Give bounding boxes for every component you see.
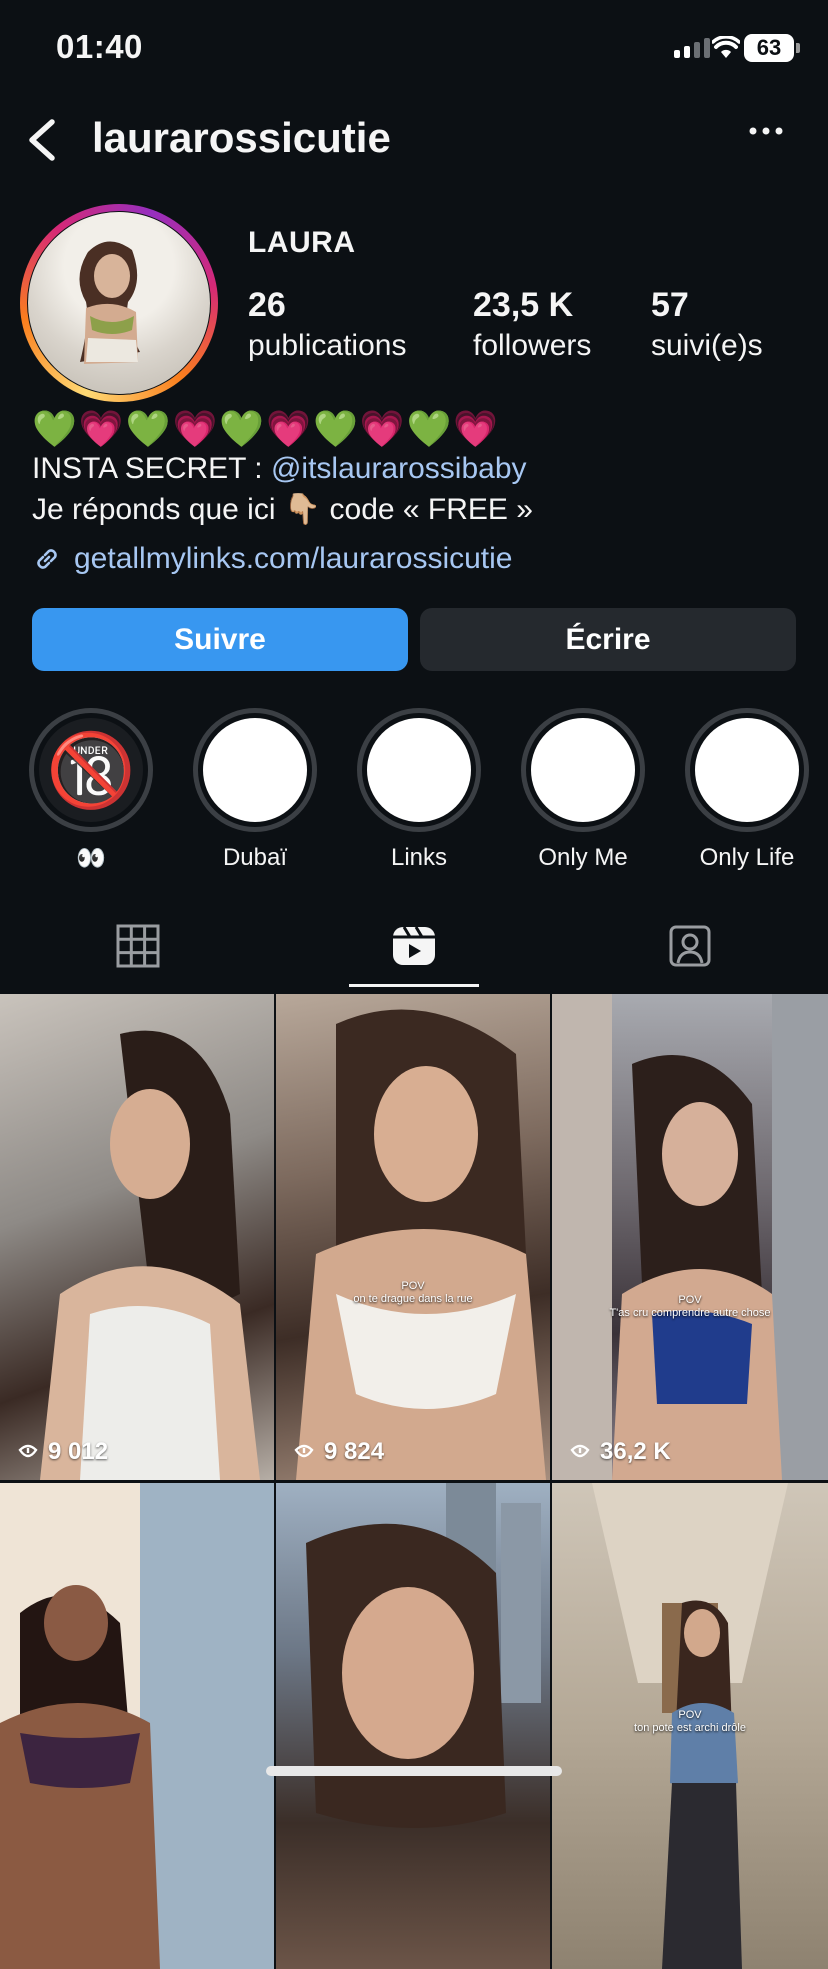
highlight-label: Links <box>390 844 448 871</box>
view-count-icon <box>18 1444 38 1458</box>
bio-line-1: INSTA SECRET : @itslaurarossibaby <box>32 452 527 486</box>
highlight-cover <box>695 718 799 822</box>
back-chevron-icon[interactable] <box>22 110 62 170</box>
highlight-cover <box>531 718 635 822</box>
highlight-item[interactable]: Dubaï <box>190 708 320 872</box>
highlight-item[interactable]: Only Me <box>518 708 648 872</box>
reel-caption: POV ton pote est archi drôle <box>634 1709 746 1734</box>
highlight-label: Dubaï <box>222 844 288 871</box>
avatar[interactable] <box>20 204 218 402</box>
highlight-item[interactable]: 🔞 👀 <box>26 708 156 873</box>
stat-followers[interactable]: 23,5 K followers <box>473 286 591 363</box>
bio-external-link[interactable]: getallmylinks.com/laurarossicutie <box>32 542 513 576</box>
reel-thumbnail[interactable] <box>276 1483 552 1969</box>
reel-preview <box>552 994 828 1480</box>
highlight-item[interactable]: Only Life <box>682 708 812 872</box>
link-icon <box>37 549 57 569</box>
reel-views: 36,2 K <box>568 1438 671 1466</box>
stat-following-label: suivi(e)s <box>651 329 763 362</box>
stat-following[interactable]: 57 suivi(e)s <box>651 286 763 363</box>
bio-hearts: 💚💗💚💗💚💗💚💗💚💗 <box>32 408 501 449</box>
active-tab-indicator <box>349 984 479 987</box>
stat-following-count: 57 <box>651 286 689 324</box>
bio-mention-link[interactable]: @itslaurarossibaby <box>271 452 527 485</box>
stat-posts-count: 26 <box>248 286 286 324</box>
view-count-icon <box>570 1444 590 1458</box>
highlight-label: Only Life <box>699 844 795 871</box>
tagged-icon[interactable] <box>666 922 714 970</box>
message-button[interactable]: Écrire <box>420 608 796 671</box>
reel-thumbnail[interactable]: POV T'as cru comprendre autre chose 36,2… <box>552 994 828 1480</box>
profile-display-name: LAURA <box>248 226 356 259</box>
grid-icon[interactable] <box>114 922 162 970</box>
cellular-signal-icon <box>674 38 710 58</box>
reel-caption: POV on te drague dans la rue <box>353 1280 473 1305</box>
stat-posts[interactable]: 26 publications <box>248 286 406 363</box>
reel-preview <box>0 1483 274 1969</box>
bio-line-1-text: INSTA SECRET : <box>32 452 271 485</box>
stat-followers-label: followers <box>473 329 592 362</box>
reel-thumbnail[interactable]: POV on te drague dans la rue 9 824 <box>276 994 552 1480</box>
bio-line-2: Je réponds que ici 👇🏼 code « FREE » <box>32 493 533 526</box>
profile-username: laurarossicutie <box>92 114 391 161</box>
reel-preview <box>40 1030 260 1480</box>
reel-caption: POV T'as cru comprendre autre chose <box>609 1294 771 1319</box>
follow-button[interactable]: Suivre <box>32 608 408 671</box>
battery-icon: 63 <box>744 34 800 62</box>
highlight-cover <box>367 718 471 822</box>
wifi-icon <box>712 36 740 58</box>
reel-views: 9 824 <box>292 1438 384 1466</box>
reels-grid: 9 012 POV on te drague dans la rue 9 824… <box>0 994 828 1969</box>
reel-thumbnail[interactable] <box>0 1483 276 1969</box>
bio-link-text: getallmylinks.com/laurarossicutie <box>74 542 513 575</box>
profile-photo <box>79 241 140 364</box>
stat-posts-label: publications <box>248 329 407 362</box>
more-options-icon[interactable] <box>748 126 784 136</box>
view-count-icon <box>294 1444 314 1458</box>
reel-preview <box>296 1009 546 1480</box>
highlight-label: 👀 <box>76 845 106 872</box>
reel-views-count: 9 824 <box>324 1438 385 1465</box>
reel-thumbnail[interactable]: 9 012 <box>0 994 276 1480</box>
home-indicator[interactable] <box>266 1766 562 1776</box>
reel-thumbnail[interactable]: POV ton pote est archi drôle <box>552 1483 828 1969</box>
reel-preview <box>306 1483 541 1828</box>
stat-followers-count: 23,5 K <box>473 286 574 324</box>
highlight-label: Only Me <box>538 844 628 871</box>
highlight-cover <box>203 718 307 822</box>
reels-icon[interactable] <box>390 922 438 970</box>
no-under-18-icon: 🔞 <box>39 718 143 822</box>
highlight-item[interactable]: Links <box>354 708 484 872</box>
status-time: 01:40 <box>56 28 143 65</box>
reel-views: 9 012 <box>16 1438 108 1466</box>
reel-views-count: 9 012 <box>48 1438 109 1465</box>
reel-views-count: 36,2 K <box>600 1438 671 1465</box>
